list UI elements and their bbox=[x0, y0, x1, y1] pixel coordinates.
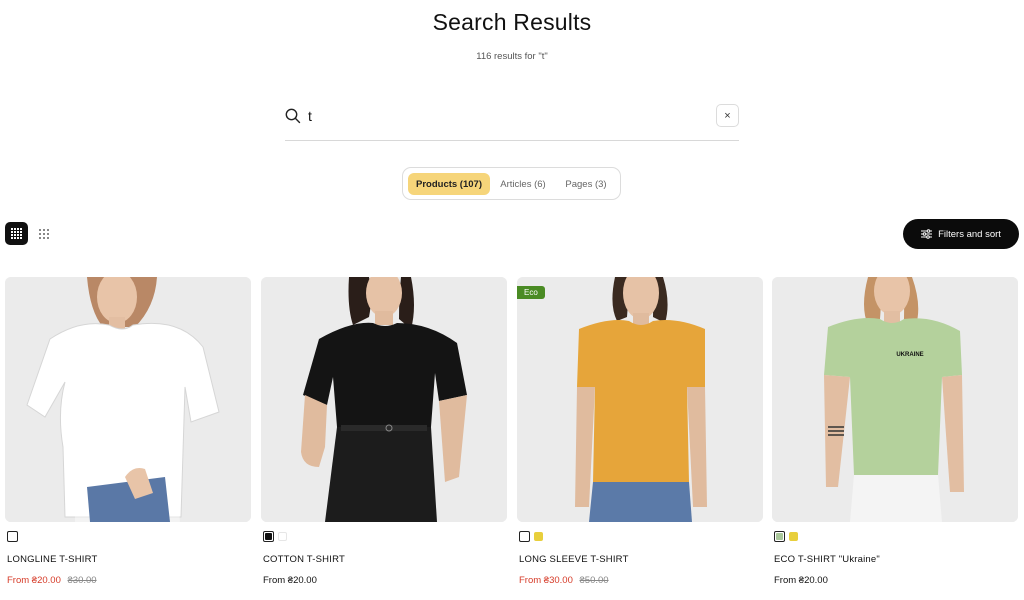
clear-search-button[interactable]: × bbox=[716, 104, 739, 127]
filters-label: Filters and sort bbox=[938, 228, 1001, 240]
sale-price: From ₴30.00 bbox=[519, 575, 573, 586]
filters-and-sort-button[interactable]: Filters and sort bbox=[903, 219, 1019, 249]
product-photo bbox=[261, 277, 507, 522]
product-price: From ₴20.00 bbox=[774, 575, 828, 586]
tab-pages[interactable]: Pages (3) bbox=[559, 173, 613, 195]
price: From ₴20.00 bbox=[774, 575, 828, 586]
product-image[interactable]: Eco bbox=[517, 277, 763, 522]
sliders-icon bbox=[921, 229, 933, 239]
swatch-green[interactable] bbox=[774, 531, 785, 542]
search-input[interactable] bbox=[308, 105, 688, 127]
product-price: From ₴20.00 bbox=[263, 575, 317, 586]
product-card[interactable]: LONGLINE T-SHIRT From ₴20.00 ₴30.00 bbox=[5, 277, 251, 586]
swatch-yellow[interactable] bbox=[789, 532, 798, 541]
search-icon bbox=[285, 108, 301, 124]
product-name[interactable]: COTTON T-SHIRT bbox=[263, 554, 345, 565]
swatch-white[interactable] bbox=[7, 531, 18, 542]
results-count: 116 results for "t" bbox=[476, 51, 548, 62]
swatch-white[interactable] bbox=[278, 532, 287, 541]
grid-small-view-button[interactable] bbox=[32, 222, 55, 245]
eco-badge: Eco bbox=[517, 286, 545, 299]
shirt-print-text: UKRAINE bbox=[896, 352, 923, 358]
compare-price: ₴50.00 bbox=[579, 575, 609, 586]
grid-large-view-button[interactable] bbox=[5, 222, 28, 245]
swatch-yellow[interactable] bbox=[534, 532, 543, 541]
result-type-tabs: Products (107) Articles (6) Pages (3) bbox=[402, 167, 621, 200]
product-price: From ₴20.00 ₴30.00 bbox=[7, 575, 97, 586]
tab-articles[interactable]: Articles (6) bbox=[493, 173, 553, 195]
product-price: From ₴30.00 ₴50.00 bbox=[519, 575, 609, 586]
product-image[interactable] bbox=[5, 277, 251, 522]
tab-products[interactable]: Products (107) bbox=[408, 173, 490, 195]
product-photo bbox=[517, 277, 763, 522]
close-icon: × bbox=[724, 109, 731, 122]
product-photo bbox=[5, 277, 251, 522]
search-bar: × bbox=[285, 98, 739, 141]
product-card[interactable]: UKRAINE ECO T-SHIRT "Ukraine" From ₴20.0… bbox=[772, 277, 1018, 586]
product-image[interactable] bbox=[261, 277, 507, 522]
sale-price: From ₴20.00 bbox=[7, 575, 61, 586]
product-photo: UKRAINE bbox=[772, 277, 1018, 522]
product-image[interactable]: UKRAINE bbox=[772, 277, 1018, 522]
product-name[interactable]: LONGLINE T-SHIRT bbox=[7, 554, 97, 565]
color-swatches bbox=[7, 531, 18, 543]
swatch-black[interactable] bbox=[263, 531, 274, 542]
compare-price: ₴30.00 bbox=[67, 575, 97, 586]
swatch-white[interactable] bbox=[519, 531, 530, 542]
color-swatches bbox=[263, 531, 287, 543]
product-card[interactable]: Eco LONG SLEEVE T-SHIRT From ₴30.00 ₴50.… bbox=[517, 277, 763, 586]
page-title: Search Results bbox=[432, 9, 592, 35]
grid-small-icon bbox=[38, 228, 49, 239]
grid-large-icon bbox=[11, 228, 22, 239]
price: From ₴20.00 bbox=[263, 575, 317, 586]
color-swatches bbox=[519, 531, 543, 543]
product-card[interactable]: COTTON T-SHIRT From ₴20.00 bbox=[261, 277, 507, 586]
product-name[interactable]: LONG SLEEVE T-SHIRT bbox=[519, 554, 629, 565]
color-swatches bbox=[774, 531, 798, 543]
product-name[interactable]: ECO T-SHIRT "Ukraine" bbox=[774, 554, 880, 565]
